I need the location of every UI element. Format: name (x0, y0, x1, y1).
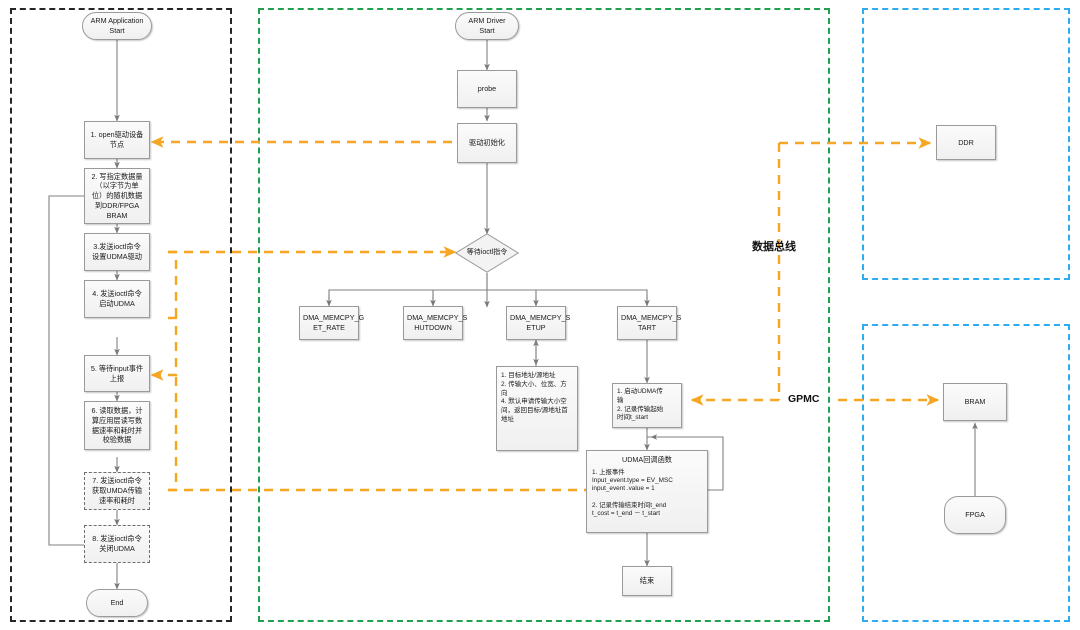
node-cmd-shutdown: DMA_MEMCPY_S HUTDOWN (403, 306, 468, 340)
node-setup-detail: 1. 目标地址/源地址 2. 传输大小、位宽、方向 4. 默认申请传输大小空 间… (496, 366, 578, 451)
node-app-step-1-open: 1. open驱动设备 节点 (84, 121, 150, 159)
node-label: DMA_MEMCPY_S TART (621, 313, 682, 332)
node-label: DMA_MEMCPY_G ET_RATE (303, 313, 365, 332)
flowchart-canvas: ARM Application Start 1. open驱动设备 节点 2. … (0, 0, 1080, 630)
callback-body: 1. 上报事件 Input_event.type = EV_MSC input_… (592, 468, 673, 518)
node-app-step-4-ioctl-start: 4. 发送ioctl命令 启动UDMA (84, 280, 150, 318)
node-label: 1. 启动UDMA传 输 2. 记录传输起始 时间t_start (617, 388, 664, 422)
node-driver-wait-ioctl: 等待ioctl指令 (455, 233, 519, 273)
node-fpga: FPGA (944, 496, 1006, 534)
node-label: End (110, 598, 124, 608)
node-arm-driver-start: ARM Driver Start (455, 12, 519, 40)
node-label: DMA_MEMCPY_S HUTDOWN (407, 313, 468, 332)
node-label: 驱动初始化 (469, 138, 505, 148)
node-app-step-8-ioctl-close: 8. 发送ioctl命令 关闭UDMA (84, 525, 150, 563)
node-udma-callback: UDMA回调函数 1. 上报事件 Input_event.type = EV_M… (586, 450, 708, 533)
node-ddr: DDR (936, 125, 996, 160)
node-label: 1. 目标地址/源地址 2. 传输大小、位宽、方向 4. 默认申请传输大小空 间… (501, 372, 568, 423)
node-label: 5. 等待input事件 上报 (90, 363, 144, 383)
node-label: ARM Application Start (90, 16, 144, 35)
node-app-step-7-ioctl-get-rate: 7. 发送ioctl命令 获取UMDA传输 速率和耗时 (84, 472, 150, 510)
node-arm-application-start: ARM Application Start (82, 12, 152, 40)
node-label: 等待ioctl指令 (466, 249, 508, 257)
node-label: FPGA (965, 510, 985, 520)
node-app-step-2-write-data: 2. 写指定数据量 （以字节为单 位）的随机数据 到DDR/FPGA BRAM (84, 168, 150, 224)
node-label: DMA_MEMCPY_S ETUP (510, 313, 571, 332)
node-label: 3.发送ioctl命令 设置UDMA驱动 (92, 242, 142, 261)
node-label: 4. 发送ioctl命令 启动UDMA (92, 289, 142, 308)
node-label: 结束 (639, 576, 655, 586)
label-data-bus: 数据总线 (752, 241, 796, 253)
node-label: BRAM (964, 397, 986, 407)
node-label: 8. 发送ioctl命令 关闭UDMA (92, 534, 142, 553)
node-driver-finish: 结束 (622, 566, 672, 596)
label-gpmc: GPMC (788, 393, 820, 405)
node-cmd-setup: DMA_MEMCPY_S ETUP (506, 306, 571, 340)
node-driver-init: 驱动初始化 (457, 123, 517, 163)
node-label: 1. open驱动设备 节点 (90, 130, 144, 149)
node-bram: BRAM (943, 383, 1007, 421)
node-label: 6. 读取数据，计 算应用层读写数 据速率和耗时并 校验数据 (91, 406, 143, 445)
node-app-step-6-read-verify: 6. 读取数据，计 算应用层读写数 据速率和耗时并 校验数据 (84, 401, 150, 450)
node-label: 2. 写指定数据量 （以字节为单 位）的随机数据 到DDR/FPGA BRAM (91, 171, 143, 220)
node-label: 7. 发送ioctl命令 获取UMDA传输 速率和耗时 (92, 476, 142, 505)
node-app-step-3-ioctl-setup: 3.发送ioctl命令 设置UDMA驱动 (84, 233, 150, 271)
callback-title: UDMA回调函数 (622, 455, 672, 464)
node-driver-probe: probe (457, 70, 517, 108)
node-label: DDR (958, 137, 974, 147)
node-start-detail: 1. 启动UDMA传 输 2. 记录传输起始 时间t_start (612, 383, 682, 428)
node-label: probe (477, 84, 497, 94)
node-app-step-5-wait-input: 5. 等待input事件 上报 (84, 355, 150, 392)
node-label: ARM Driver Start (468, 16, 506, 35)
node-cmd-get-rate: DMA_MEMCPY_G ET_RATE (299, 306, 365, 340)
node-cmd-start: DMA_MEMCPY_S TART (617, 306, 682, 340)
node-app-end: End (86, 589, 148, 617)
